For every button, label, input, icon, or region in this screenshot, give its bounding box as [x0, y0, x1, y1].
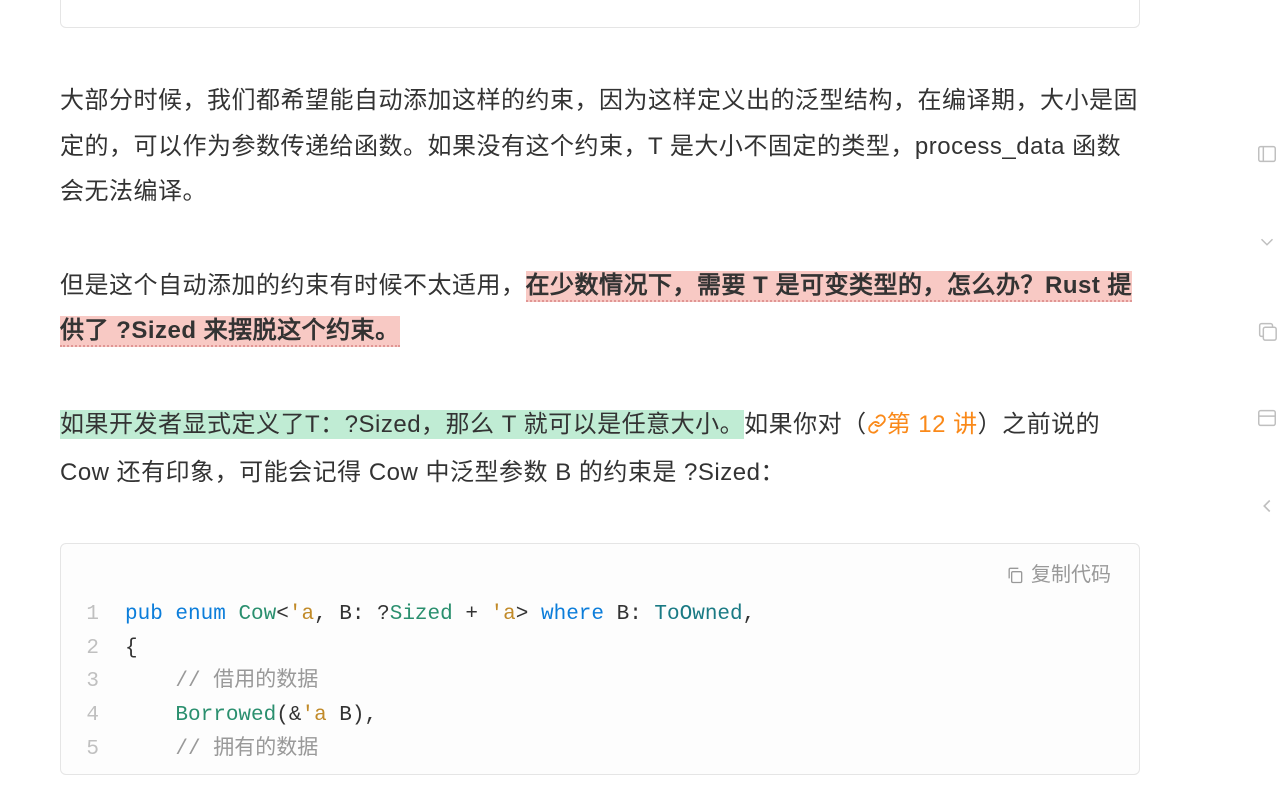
code-text: pub enum Cow<'a, B: ?Sized + 'a> where B…: [125, 598, 755, 632]
copy-code-button[interactable]: 复制代码: [61, 544, 1139, 594]
code-line-1: 1 pub enum Cow<'a, B: ?Sized + 'a> where…: [61, 598, 1139, 632]
line-number: 3: [61, 665, 125, 699]
sidebar-btn-3[interactable]: [1256, 306, 1278, 354]
paragraph-3: 如果开发者显式定义了T：?Sized，那么 T 就可以是任意大小。如果你对（ 第 …: [60, 402, 1140, 495]
code-text: {: [125, 632, 138, 666]
code-text: Borrowed(&'a B),: [125, 699, 377, 733]
copy-icon: [1005, 565, 1025, 585]
code-body: 1 pub enum Cow<'a, B: ?Sized + 'a> where…: [61, 594, 1139, 774]
code-line-3: 3 // 借用的数据: [61, 665, 1139, 699]
code-line-4: 4 Borrowed(&'a B),: [61, 699, 1139, 733]
previous-card-bottom: [60, 0, 1140, 28]
code-line-5: 5 // 拥有的数据: [61, 733, 1139, 767]
copy-label: 复制代码: [1031, 556, 1111, 594]
code-block: 复制代码 1 pub enum Cow<'a, B: ?Sized + 'a> …: [60, 543, 1140, 775]
code-line-2: 2 {: [61, 632, 1139, 666]
paragraph-1: 大部分时候，我们都希望能自动添加这样的约束，因为这样定义出的泛型结构，在编译期，…: [60, 78, 1140, 215]
lecture-12-link[interactable]: 第 12 讲: [867, 411, 978, 438]
code-text: // 借用的数据: [125, 665, 318, 699]
line-number: 4: [61, 699, 125, 733]
floating-sidebar: [1256, 130, 1280, 530]
code-text: // 拥有的数据: [125, 733, 318, 767]
link-icon: [867, 404, 887, 450]
sidebar-btn-4[interactable]: [1256, 394, 1278, 442]
paragraph-3-green: 如果开发者显式定义了T：?Sized，那么 T 就可以是任意大小。: [60, 410, 744, 439]
link-text: 第 12 讲: [887, 411, 978, 438]
sidebar-btn-1[interactable]: [1256, 130, 1278, 178]
line-number: 5: [61, 733, 125, 767]
sidebar-btn-back[interactable]: [1256, 482, 1278, 530]
paragraph-2: 但是这个自动添加的约束有时候不太适用，在少数情况下，需要 T 是可变类型的，怎么…: [60, 263, 1140, 354]
sidebar-btn-2[interactable]: [1256, 218, 1278, 266]
paragraph-3-after-green: 如果你对（: [744, 411, 867, 438]
line-number: 1: [61, 598, 125, 632]
line-number: 2: [61, 632, 125, 666]
article-content: 大部分时候，我们都希望能自动添加这样的约束，因为这样定义出的泛型结构，在编译期，…: [0, 0, 1200, 775]
paragraph-2-plain: 但是这个自动添加的约束有时候不太适用，: [60, 272, 526, 299]
